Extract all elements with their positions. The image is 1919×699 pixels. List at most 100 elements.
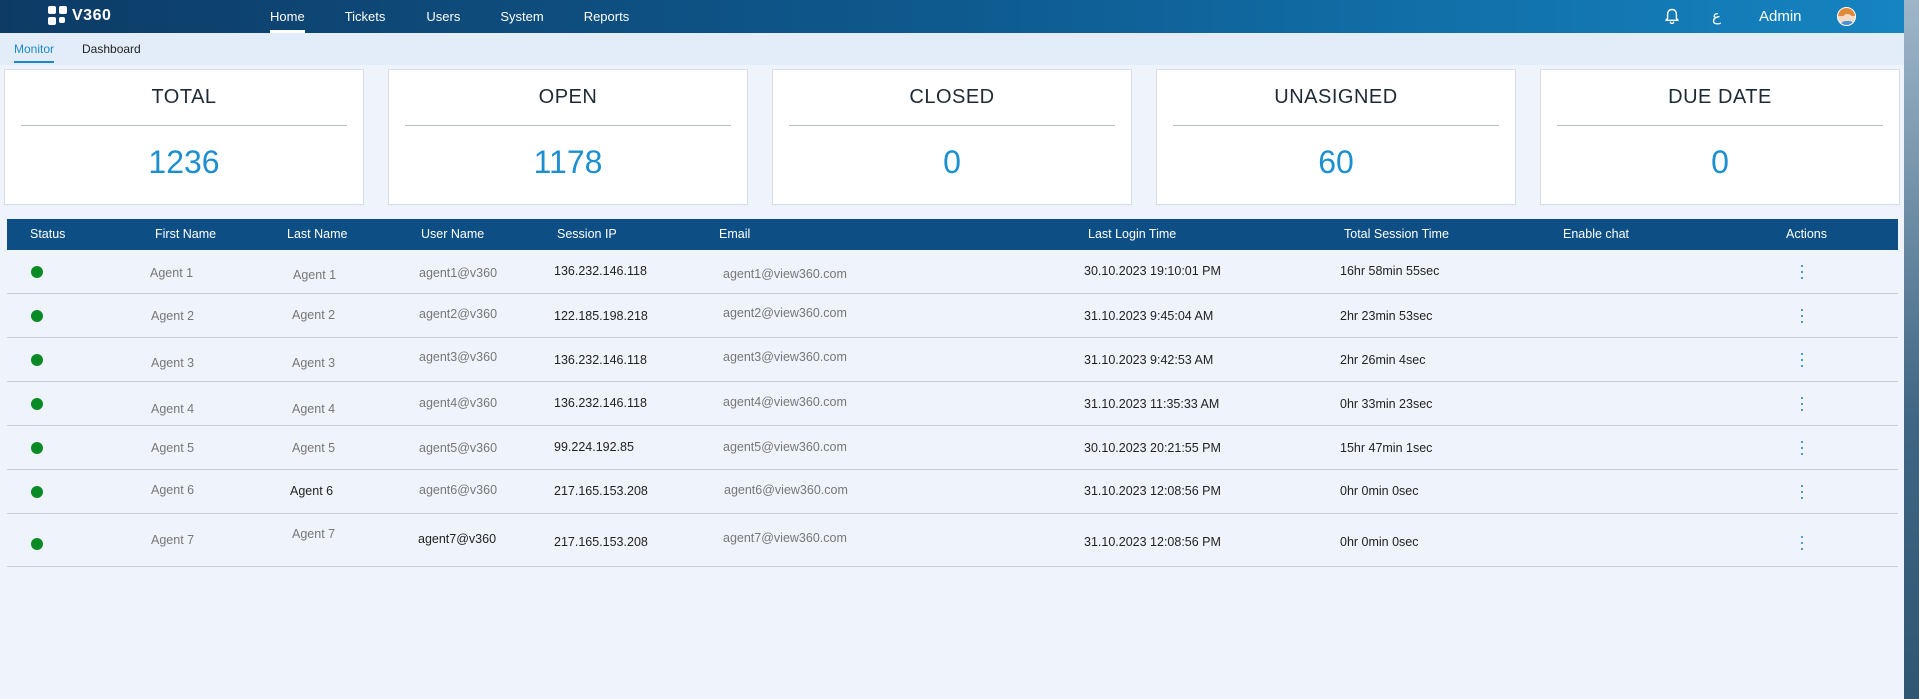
stat-value: 1236 (148, 144, 220, 180)
cell-session-ip: 136.232.146.118 (554, 396, 647, 410)
cell-session-ip: 217.165.153.208 (554, 535, 648, 549)
stat-value: 0 (1711, 144, 1729, 180)
divider (789, 125, 1115, 126)
cell-first-name: Agent 4 (151, 402, 195, 416)
status-online-icon (31, 310, 43, 322)
status-online-icon (31, 354, 43, 366)
logo[interactable]: V360 (48, 5, 111, 27)
bell-icon[interactable] (1664, 8, 1680, 25)
cell-session-ip: 136.232.146.118 (554, 264, 647, 278)
cell-first-name: Agent 5 (151, 441, 195, 455)
actions-menu-icon[interactable] (1800, 397, 1804, 411)
cell-last-name: Agent 3 (292, 356, 336, 370)
cell-total-session: 15hr 47min 1sec (1340, 441, 1433, 455)
cell-first-name: Agent 6 (151, 483, 195, 497)
header-total-session[interactable]: Total Session Time (1344, 227, 1449, 241)
cell-session-ip: 122.185.198.218 (554, 309, 648, 323)
actions-menu-icon[interactable] (1800, 353, 1804, 367)
cell-session-ip: 99.224.192.85 (554, 440, 634, 454)
cell-user-name: agent7@v360 (418, 532, 497, 546)
header-last-name[interactable]: Last Name (287, 227, 347, 241)
cell-total-session: 2hr 26min 4sec (1340, 353, 1426, 367)
actions-menu-icon[interactable] (1800, 309, 1804, 323)
table-row[interactable]: Agent 5 Agent 5 agent5@v360 99.224.192.8… (7, 426, 1898, 470)
header-status[interactable]: Status (30, 227, 65, 241)
cell-last-name: Agent 6 (290, 484, 334, 498)
cell-last-login: 31.10.2023 12:08:56 PM (1084, 484, 1221, 498)
tab-dashboard[interactable]: Dashboard (82, 42, 141, 56)
table-row[interactable]: Agent 4 Agent 4 agent4@v360 136.232.146.… (7, 382, 1898, 426)
language-toggle[interactable]: ع (1712, 7, 1721, 25)
cell-email: agent2@view360.com (723, 306, 847, 320)
background-edge (1904, 0, 1919, 699)
nav-users[interactable]: Users (426, 0, 460, 33)
stat-title: DUE DATE (1668, 86, 1772, 108)
table-row[interactable]: Agent 7 Agent 7 agent7@v360 217.165.153.… (7, 514, 1898, 567)
tab-monitor[interactable]: Monitor (14, 42, 55, 63)
cell-last-name: Agent 7 (292, 527, 336, 541)
table-row[interactable]: Agent 6 Agent 6 agent6@v360 217.165.153.… (7, 470, 1898, 514)
header-user-name[interactable]: User Name (421, 227, 484, 241)
cell-first-name: Agent 2 (151, 309, 195, 323)
cell-last-name: Agent 4 (292, 402, 336, 416)
cell-last-login: 30.10.2023 20:21:55 PM (1084, 441, 1221, 455)
status-online-icon (31, 486, 43, 498)
nav-system[interactable]: System (500, 0, 543, 33)
header-email[interactable]: Email (719, 227, 750, 241)
actions-menu-icon[interactable] (1800, 265, 1804, 279)
logo-icon (48, 6, 68, 26)
cell-session-ip: 136.232.146.118 (554, 353, 647, 367)
cell-user-name: agent6@v360 (419, 483, 498, 497)
cell-total-session: 16hr 58min 55sec (1340, 264, 1440, 278)
cell-last-login: 31.10.2023 11:35:33 AM (1084, 397, 1220, 411)
cell-email: agent1@view360.com (723, 267, 847, 281)
sub-tabs: Monitor Dashboard (0, 33, 1904, 65)
page: V360 Home Tickets Users System Reports ع… (0, 0, 1904, 699)
table-row[interactable]: Agent 3 Agent 3 agent3@v360 136.232.146.… (7, 338, 1898, 382)
stat-card-closed: CLOSED 0 (772, 69, 1132, 205)
stat-card-unassigned: UNASIGNED 60 (1156, 69, 1516, 205)
header-enable-chat[interactable]: Enable chat (1563, 227, 1629, 241)
cell-session-ip: 217.165.153.208 (554, 484, 648, 498)
stat-title: TOTAL (151, 86, 217, 108)
cell-user-name: agent1@v360 (419, 266, 498, 280)
stat-card-total: TOTAL 1236 (4, 69, 364, 205)
header-actions[interactable]: Actions (1786, 227, 1827, 241)
status-online-icon (31, 538, 43, 550)
table-row[interactable]: Agent 1 Agent 1 agent1@v360 136.232.146.… (7, 250, 1898, 294)
stat-title: UNASIGNED (1274, 86, 1398, 108)
actions-menu-icon[interactable] (1800, 485, 1804, 499)
status-online-icon (31, 266, 43, 278)
avatar[interactable] (1837, 7, 1856, 26)
actions-menu-icon[interactable] (1800, 441, 1804, 455)
divider (1173, 125, 1499, 126)
stat-value: 1178 (533, 144, 603, 180)
status-online-icon (31, 398, 43, 410)
table-row[interactable]: Agent 2 Agent 2 agent2@v360 122.185.198.… (7, 294, 1898, 338)
stat-card-due-date: DUE DATE 0 (1540, 69, 1900, 205)
stat-value: 60 (1318, 144, 1354, 180)
table-header: Status First Name Last Name User Name Se… (7, 219, 1898, 250)
nav-home[interactable]: Home (270, 0, 305, 33)
cell-user-name: agent4@v360 (419, 396, 498, 410)
cell-last-name: Agent 2 (292, 308, 336, 322)
cell-total-session: 0hr 0min 0sec (1340, 484, 1419, 498)
header-last-login[interactable]: Last Login Time (1088, 227, 1176, 241)
cell-last-login: 30.10.2023 19:10:01 PM (1084, 264, 1221, 278)
cell-email: agent4@view360.com (723, 395, 847, 409)
nav-tickets[interactable]: Tickets (345, 0, 386, 33)
stat-title: OPEN (538, 86, 598, 108)
top-navbar: V360 Home Tickets Users System Reports ع… (0, 0, 1904, 33)
nav-reports[interactable]: Reports (584, 0, 630, 33)
header-first-name[interactable]: First Name (155, 227, 216, 241)
divider (1557, 125, 1883, 126)
cell-email: agent6@view360.com (724, 483, 848, 497)
header-session-ip[interactable]: Session IP (557, 227, 617, 241)
status-online-icon (31, 442, 43, 454)
cell-email: agent5@view360.com (723, 440, 847, 454)
user-name[interactable]: Admin (1759, 8, 1802, 25)
stat-title: CLOSED (909, 86, 995, 108)
main-nav: Home Tickets Users System Reports (270, 0, 629, 33)
cell-first-name: Agent 7 (151, 533, 195, 547)
actions-menu-icon[interactable] (1800, 536, 1804, 550)
